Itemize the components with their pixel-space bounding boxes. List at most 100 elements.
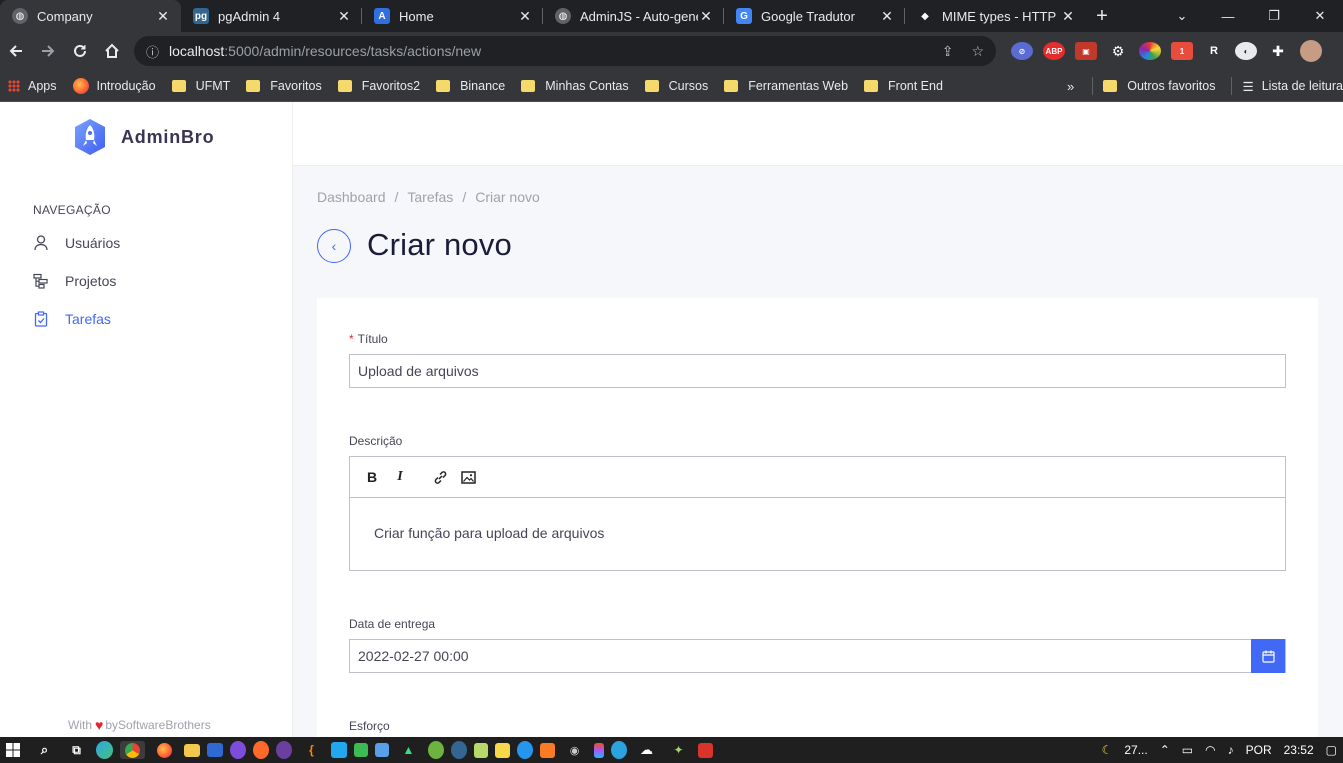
badge-extension-icon[interactable]: 1 xyxy=(1171,42,1193,60)
app-gamer-icon[interactable]: ✦ xyxy=(666,741,691,759)
new-tab-button[interactable]: + xyxy=(1086,0,1118,32)
notifications-icon[interactable]: ▢ xyxy=(1326,743,1337,757)
app-cube-blue-icon[interactable] xyxy=(375,743,389,757)
circle-extension-icon[interactable]: ◐ xyxy=(1235,42,1257,60)
tab-home[interactable]: A Home ✕ xyxy=(362,0,543,32)
android-icon[interactable]: ▲ xyxy=(396,741,421,759)
close-tab-icon[interactable]: ✕ xyxy=(336,8,352,25)
tab-adminjs[interactable]: ◍ AdminJS - Auto-gener ✕ xyxy=(543,0,724,32)
rb-extension-icon[interactable]: R xyxy=(1203,42,1225,60)
extensions-puzzle-icon[interactable]: ✚ xyxy=(1267,42,1289,60)
close-tab-icon[interactable]: ✕ xyxy=(517,8,533,25)
bookmark-other-favorites[interactable]: Outros favoritos xyxy=(1103,79,1215,93)
tab-mime-types[interactable]: ◆ MIME types - HTTP | M ✕ xyxy=(905,0,1086,32)
notepad-icon[interactable] xyxy=(474,742,488,758)
close-tab-icon[interactable]: ✕ xyxy=(879,8,895,25)
close-tab-icon[interactable]: ✕ xyxy=(155,8,171,25)
site-info-icon[interactable]: ⓘ xyxy=(146,42,159,61)
figma-icon[interactable] xyxy=(594,742,604,758)
bookmark-folder[interactable]: Favoritos xyxy=(246,79,322,93)
sidebar-item-tarefas[interactable]: Tarefas xyxy=(33,311,111,327)
share-icon[interactable]: ⇪ xyxy=(942,43,954,60)
bookmark-reading-list[interactable]: ☰ Lista de leitura xyxy=(1242,79,1343,94)
sidebar-item-usuarios[interactable]: Usuários xyxy=(33,235,120,251)
tray-app-icon[interactable]: ▭ xyxy=(1182,743,1193,757)
data-entrega-input[interactable]: 2022-02-27 00:00 xyxy=(349,639,1286,673)
language-indicator[interactable]: POR xyxy=(1246,743,1272,757)
footer-by-link[interactable]: bySoftwareBrothers xyxy=(105,718,210,732)
close-tab-icon[interactable]: ✕ xyxy=(1060,8,1076,25)
clock[interactable]: 23:52 xyxy=(1284,743,1314,757)
network-icon[interactable]: ◠ xyxy=(1205,743,1215,757)
telegram-icon[interactable] xyxy=(611,741,627,759)
titulo-input[interactable]: Upload de arquivos xyxy=(349,354,1286,388)
bookmarks-overflow-icon[interactable]: » xyxy=(1067,79,1074,94)
file-explorer-icon[interactable] xyxy=(184,743,200,757)
postgres-icon[interactable] xyxy=(451,741,467,759)
pdf-reader-icon[interactable] xyxy=(698,742,713,758)
edge-icon[interactable] xyxy=(96,741,113,759)
docker-icon[interactable] xyxy=(517,741,533,759)
breadcrumb-tarefas[interactable]: Tarefas xyxy=(407,189,453,205)
back-icon[interactable] xyxy=(0,35,32,67)
chrome-icon[interactable] xyxy=(120,741,145,759)
maximize-icon[interactable]: ❐ xyxy=(1251,0,1297,32)
tab-search-icon[interactable]: ⌄ xyxy=(1159,0,1205,32)
windows-start-icon[interactable] xyxy=(0,741,25,759)
home-icon[interactable] xyxy=(96,35,128,67)
app-curly-icon[interactable]: { xyxy=(299,741,324,759)
bookmark-apps[interactable]: Apps xyxy=(8,79,57,93)
bookmark-folder[interactable]: Minhas Contas xyxy=(521,79,629,93)
reload-icon[interactable] xyxy=(64,35,96,67)
gear-extension-icon[interactable]: ⚙ xyxy=(1107,42,1129,60)
bookmark-folder[interactable]: Ferramentas Web xyxy=(724,79,848,93)
bold-icon[interactable]: B xyxy=(364,469,380,485)
vscode-icon[interactable] xyxy=(331,742,347,758)
descricao-text[interactable]: Criar função para upload de arquivos xyxy=(350,498,1285,568)
close-window-icon[interactable]: ✕ xyxy=(1297,0,1343,32)
block-extension-icon[interactable]: ⊘ xyxy=(1011,42,1033,60)
minimize-icon[interactable]: — xyxy=(1205,0,1251,32)
app-purple-icon[interactable] xyxy=(230,741,246,759)
url-text[interactable]: localhost:5000/admin/resources/tasks/act… xyxy=(169,43,924,59)
firefox-taskbar-icon[interactable] xyxy=(152,741,177,759)
tab-pgadmin[interactable]: pg pgAdmin 4 ✕ xyxy=(181,0,362,32)
bookmark-item[interactable]: Introdução xyxy=(72,77,156,94)
breadcrumb-dashboard[interactable]: Dashboard xyxy=(317,189,386,205)
link-icon[interactable] xyxy=(432,469,448,485)
app-tor-icon[interactable] xyxy=(276,741,292,759)
bookmark-folder[interactable]: Front End xyxy=(864,79,943,93)
bookmark-folder[interactable]: Cursos xyxy=(644,79,708,93)
brand-logo[interactable]: AdminBro xyxy=(70,118,214,156)
tab-company[interactable]: ◍ Company ✕ xyxy=(0,0,181,32)
app-blue-icon[interactable] xyxy=(207,743,223,757)
italic-icon[interactable]: I xyxy=(392,469,408,485)
volume-icon[interactable]: ♪ xyxy=(1228,743,1234,757)
tab-google-tradutor[interactable]: G Google Tradutor ✕ xyxy=(724,0,905,32)
bookmark-folder[interactable]: Favoritos2 xyxy=(337,79,420,93)
bookmark-folder[interactable]: UFMT xyxy=(171,79,230,93)
adblock-plus-icon[interactable]: ABP xyxy=(1043,42,1065,60)
sticky-notes-icon[interactable] xyxy=(495,742,510,758)
profile-avatar[interactable] xyxy=(1300,40,1322,62)
app-cube-green-icon[interactable] xyxy=(354,743,368,757)
app-owl-icon[interactable]: ◉ xyxy=(562,741,587,759)
image-icon[interactable] xyxy=(460,469,476,485)
weather-moon-icon[interactable]: ☾ xyxy=(1102,743,1113,757)
back-button[interactable]: ‹ xyxy=(317,229,351,263)
bookmark-folder[interactable]: Binance xyxy=(436,79,505,93)
cloud-icon[interactable]: ☁ xyxy=(634,741,659,759)
sidebar-item-projetos[interactable]: Projetos xyxy=(33,273,116,289)
tray-expand-icon[interactable]: ⌃ xyxy=(1160,743,1170,757)
search-icon[interactable]: ⌕ xyxy=(32,741,57,759)
weather-text[interactable]: 27... xyxy=(1124,743,1147,757)
bookmark-star-icon[interactable]: ☆ xyxy=(971,43,984,60)
xampp-icon[interactable] xyxy=(540,742,555,758)
spring-icon[interactable] xyxy=(428,741,444,759)
color-extension-icon[interactable] xyxy=(1139,42,1161,60)
calendar-button[interactable] xyxy=(1251,639,1285,673)
app-orange-icon[interactable] xyxy=(253,741,269,759)
close-tab-icon[interactable]: ✕ xyxy=(698,8,714,25)
task-view-icon[interactable]: ⧉ xyxy=(64,741,89,759)
forward-icon[interactable] xyxy=(32,35,64,67)
